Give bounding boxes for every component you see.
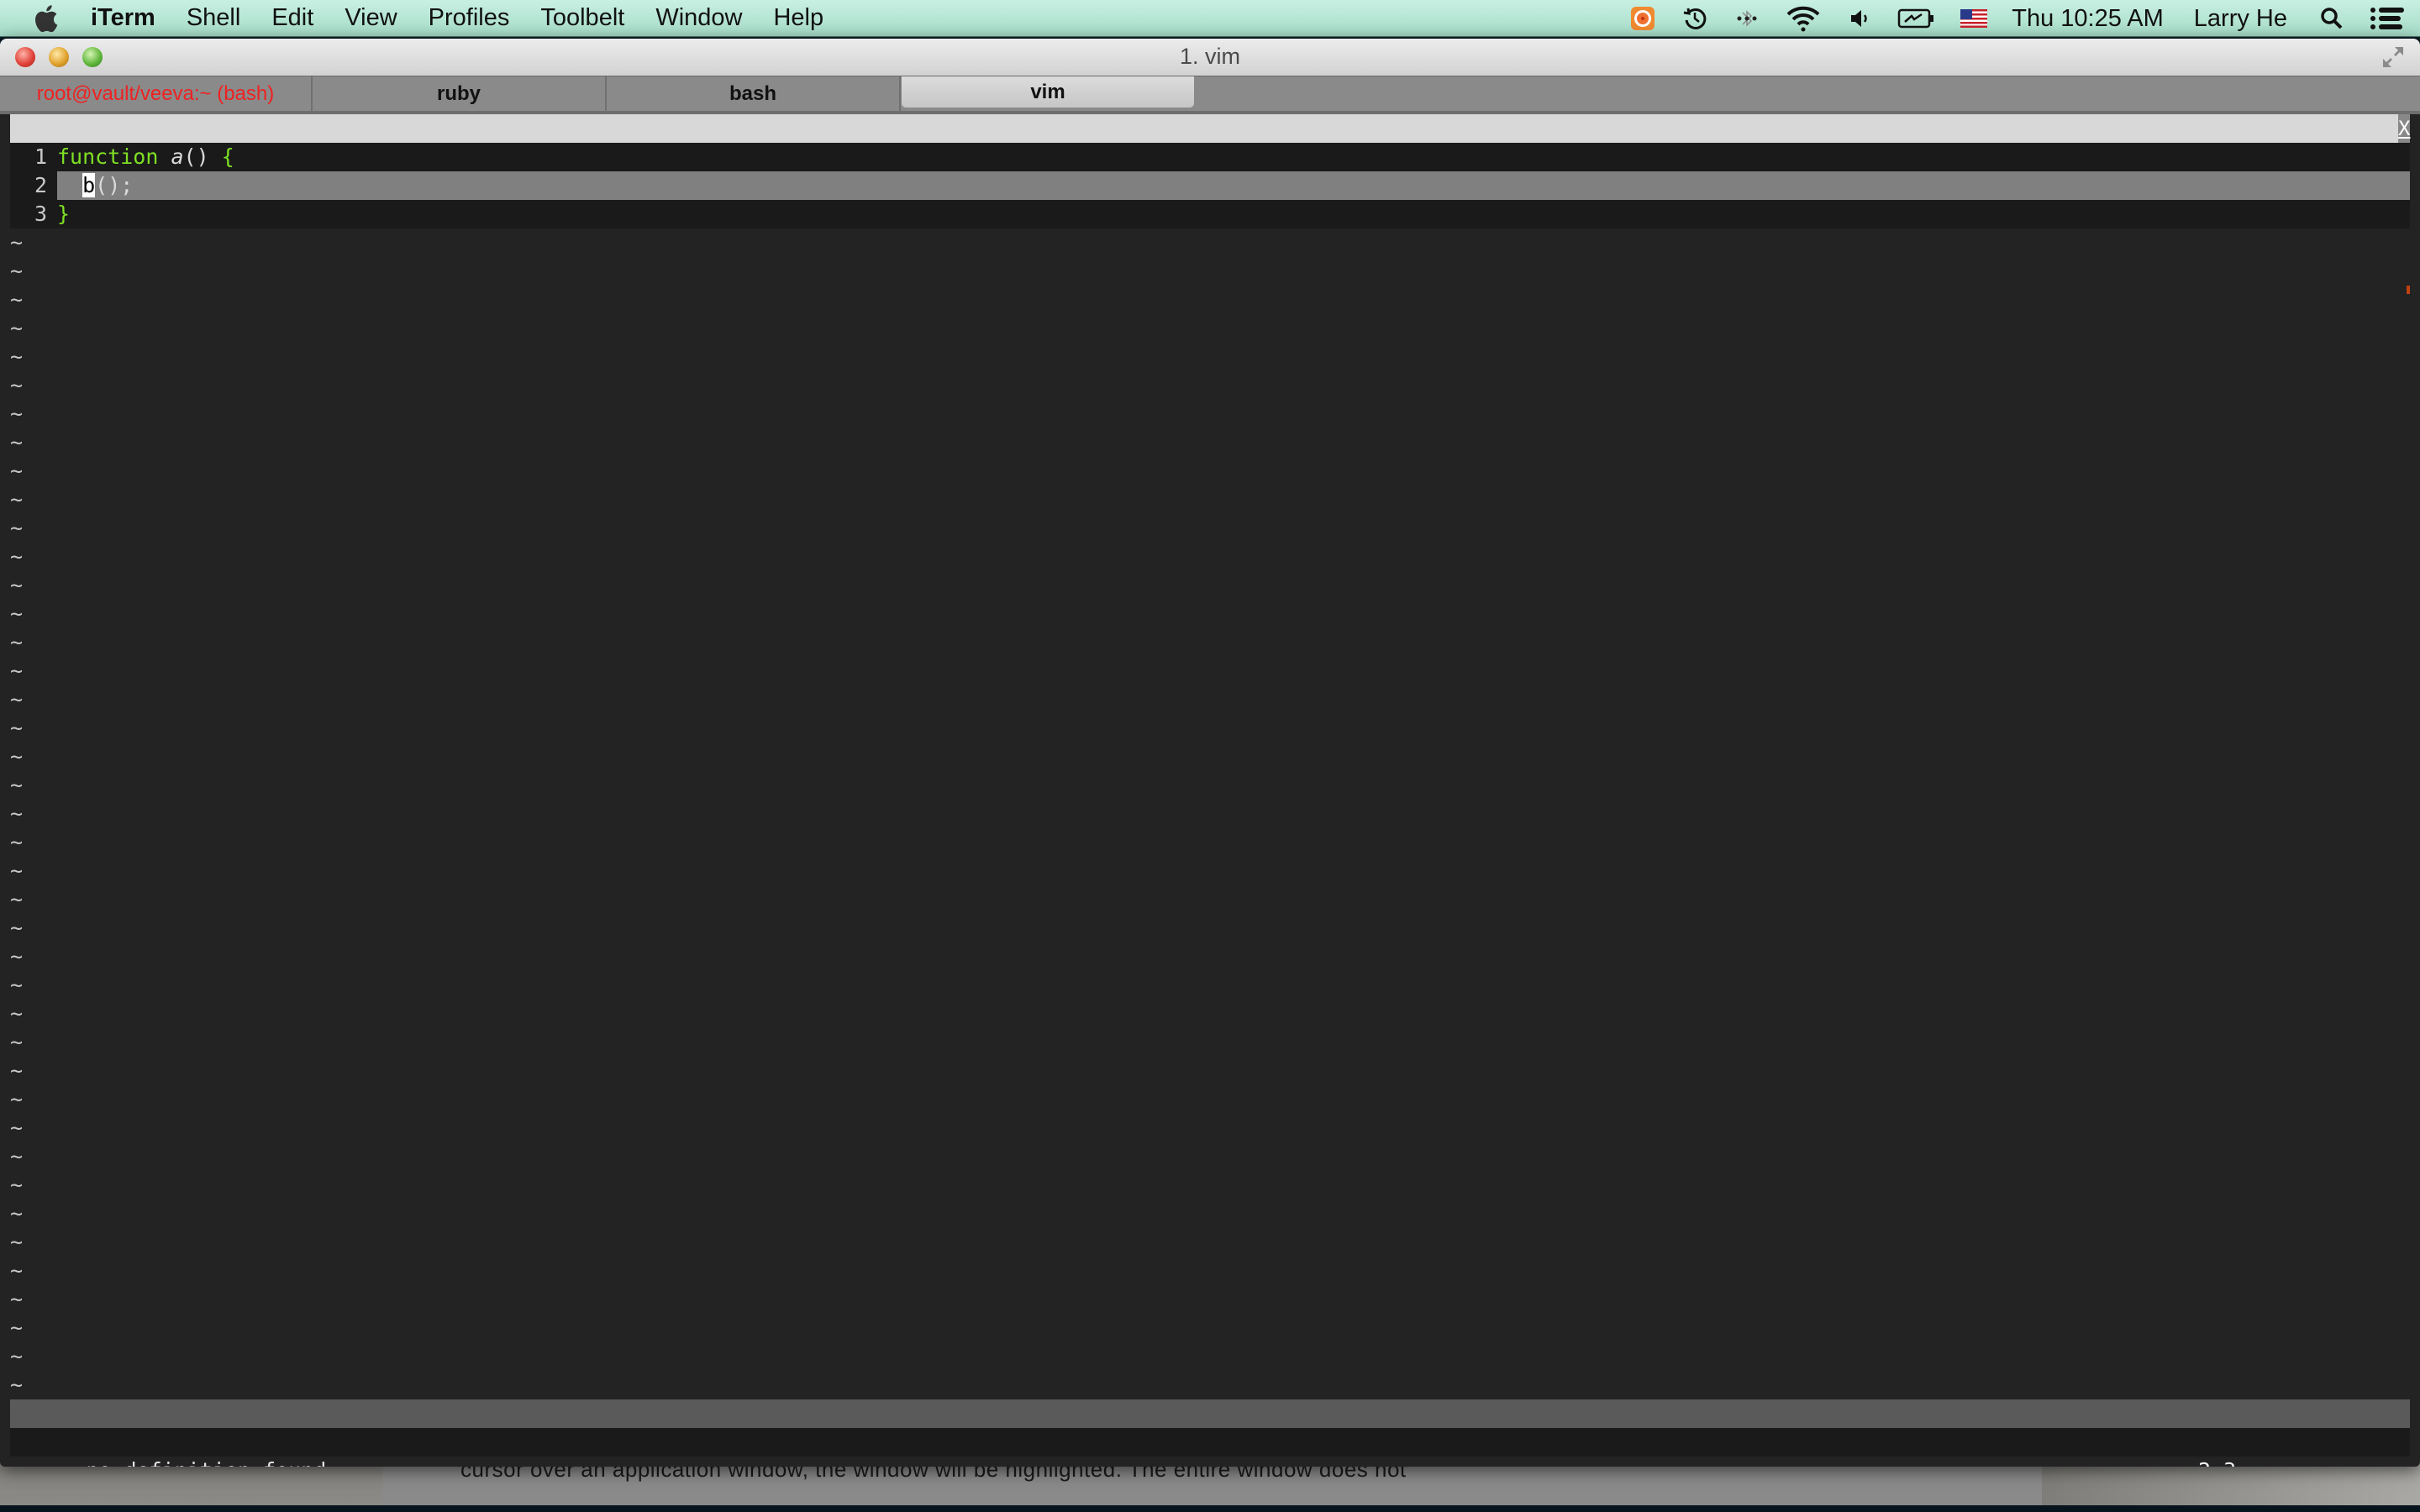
- code-token: (): [183, 144, 222, 169]
- empty-line-tilde: ~: [10, 487, 24, 512]
- status-cursor-position: 2,3: [2198, 1457, 2236, 1467]
- code-token: a: [171, 144, 184, 169]
- volume-icon[interactable]: [1845, 4, 1874, 33]
- empty-line-tilde: ~: [10, 1116, 24, 1140]
- empty-line-tilde: ~: [10, 1315, 24, 1340]
- empty-line-tilde: ~: [10, 316, 24, 340]
- menu-toolbelt[interactable]: Toolbelt: [540, 4, 624, 32]
- tab-bash[interactable]: bash: [607, 76, 901, 112]
- menu-iterm[interactable]: iTerm: [91, 4, 155, 32]
- line-number: 3: [34, 202, 47, 226]
- menu-edit[interactable]: Edit: [271, 4, 313, 32]
- time-machine-icon[interactable]: [1681, 4, 1709, 33]
- empty-line-tilde: ~: [10, 973, 24, 997]
- fullscreen-icon[interactable]: [2380, 44, 2407, 71]
- iterm-window: 1. vim root@vault/veeva:~ (bash) ruby ba…: [0, 39, 2420, 1467]
- empty-line-tilde: ~: [10, 516, 24, 540]
- empty-line-tilde: ~: [10, 858, 24, 883]
- tab-vim[interactable]: vim: [901, 76, 1195, 108]
- vim-message: no definition found: [86, 1458, 326, 1467]
- empty-line-tilde: ~: [10, 801, 24, 826]
- tab-root-bash[interactable]: root@vault/veeva:~ (bash): [0, 76, 313, 112]
- empty-line-tilde: ~: [10, 544, 24, 569]
- code-line[interactable]: 1 function a() {: [10, 143, 2410, 171]
- menu-shell[interactable]: Shell: [187, 4, 241, 32]
- menu-window[interactable]: Window: [655, 4, 742, 32]
- desktop: [0, 1505, 2420, 1512]
- us-flag-input-icon[interactable]: [1960, 4, 1988, 33]
- empty-line-tilde: ~: [10, 287, 24, 312]
- empty-line-tilde: ~: [10, 1344, 24, 1368]
- empty-line-tilde: ~: [10, 1287, 24, 1311]
- orange-app-icon[interactable]: [1628, 4, 1657, 33]
- menubar-clock[interactable]: Thu 10:25 AM: [2012, 5, 2164, 33]
- empty-line-tilde: ~: [10, 1001, 24, 1026]
- code-line[interactable]: 3}: [10, 200, 2410, 228]
- empty-line-tilde: ~: [10, 1373, 24, 1397]
- menu-bar: iTerm Shell Edit View Profiles Toolbelt …: [0, 0, 2420, 37]
- empty-line-tilde: ~: [10, 830, 24, 854]
- bluetooth-icon[interactable]: [1733, 4, 1761, 33]
- empty-line-tilde: ~: [10, 687, 24, 711]
- menu-help[interactable]: Help: [773, 4, 823, 32]
- title-bar[interactable]: 1. vim: [0, 39, 2420, 76]
- battery-charging-icon[interactable]: [1897, 4, 1936, 33]
- search-icon[interactable]: [2317, 4, 2346, 33]
- empty-line-tilde: ~: [10, 601, 24, 626]
- empty-line-tilde: ~: [10, 402, 24, 426]
- empty-line-tilde: ~: [10, 373, 24, 397]
- empty-line-tilde: ~: [10, 1173, 24, 1197]
- empty-line-tilde: ~: [10, 944, 24, 969]
- code-line[interactable]: 2 b();: [10, 171, 2410, 200]
- empty-line-tilde: ~: [10, 716, 24, 740]
- empty-line-tilde: ~: [10, 1030, 24, 1054]
- empty-line-tilde: ~: [10, 459, 24, 483]
- line-number: 1: [34, 144, 47, 169]
- empty-line-tilde: ~: [10, 1144, 24, 1168]
- empty-line-tilde: ~: [10, 259, 24, 283]
- code-text: }: [57, 200, 2410, 228]
- empty-line-tilde: ~: [10, 744, 24, 769]
- text-cursor: b: [82, 173, 96, 197]
- line-number: 2: [34, 173, 47, 197]
- tab-ruby[interactable]: ruby: [313, 76, 607, 112]
- empty-line-tilde: ~: [10, 887, 24, 911]
- empty-line-tilde: ~: [10, 344, 24, 369]
- vim-message-line: no definition found: [10, 1428, 2410, 1467]
- empty-line-tilde: ~: [10, 630, 24, 654]
- code-token: ();: [95, 173, 134, 197]
- code-text: function a() {: [57, 143, 2410, 171]
- vim-tabline: foo.jsbar.js X: [10, 114, 2410, 171]
- code-token: function: [57, 144, 159, 169]
- wifi-icon[interactable]: [1785, 4, 1822, 33]
- empty-line-tilde: ~: [10, 230, 24, 255]
- vim-statusline: foo.js [unix][javascript] 2,3 All: [10, 1399, 2410, 1467]
- empty-line-tilde: ~: [10, 1230, 24, 1254]
- empty-line-tilde: ~: [10, 1087, 24, 1111]
- menu-view[interactable]: View: [345, 4, 397, 32]
- terminal-pane[interactable]: foo.jsbar.js X 1function a() {2 b();3}~~…: [10, 114, 2410, 1467]
- code-text: b();: [57, 171, 2410, 200]
- menu-profiles[interactable]: Profiles: [429, 4, 510, 32]
- code-token: {: [221, 144, 234, 169]
- window-title: 1. vim: [1179, 44, 1240, 69]
- scroll-marker: [2407, 286, 2410, 294]
- vim-close-tab-button[interactable]: X: [2398, 114, 2410, 143]
- list-icon[interactable]: [2370, 4, 2405, 33]
- empty-line-tilde: ~: [10, 1058, 24, 1083]
- apple-logo-icon[interactable]: [32, 3, 64, 34]
- empty-line-tilde: ~: [10, 773, 24, 797]
- empty-line-tilde: ~: [10, 1201, 24, 1226]
- empty-line-tilde: ~: [10, 430, 24, 454]
- empty-line-tilde: ~: [10, 573, 24, 597]
- empty-line-tilde: ~: [10, 916, 24, 940]
- empty-line-tilde: ~: [10, 1258, 24, 1283]
- code-token: }: [57, 202, 71, 226]
- empty-line-tilde: ~: [10, 659, 24, 683]
- iterm-tab-bar: root@vault/veeva:~ (bash) ruby bash vim: [0, 76, 2420, 112]
- menubar-user[interactable]: Larry He: [2194, 5, 2287, 33]
